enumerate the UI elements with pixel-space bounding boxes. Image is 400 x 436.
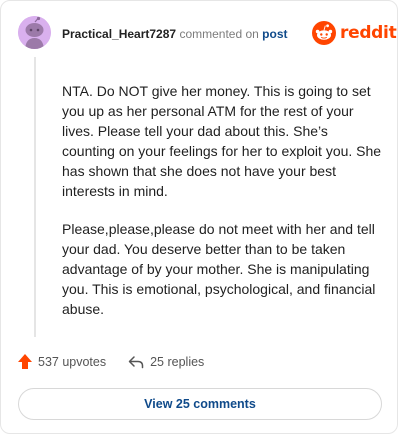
view-comments-button[interactable]: View 25 comments (18, 388, 382, 420)
reply-arrow-icon[interactable] (128, 355, 144, 369)
comment-card: Practical_Heart7287 commented on post re… (0, 0, 398, 434)
comment-body: NTA. Do NOT give her money. This is goin… (62, 81, 382, 337)
upvote-arrow-icon[interactable] (18, 354, 32, 369)
thread-line (34, 57, 36, 337)
username[interactable]: Practical_Heart7287 (62, 27, 176, 41)
reddit-logo[interactable]: reddit (312, 21, 397, 45)
comment-actions: 537 upvotes 25 replies (18, 354, 204, 369)
reply-count[interactable]: 25 replies (150, 355, 204, 369)
comment-action-text: commented on (179, 27, 259, 41)
snoo-avatar-icon (18, 16, 51, 49)
post-link[interactable]: post (262, 27, 287, 41)
comment-paragraph: NTA. Do NOT give her money. This is goin… (62, 83, 382, 199)
reddit-wordmark: reddit (340, 23, 397, 43)
upvote-count: 537 upvotes (38, 354, 107, 369)
comment-header: Practical_Heart7287 commented on post (62, 26, 288, 42)
reddit-snoo-icon (312, 21, 336, 45)
avatar[interactable] (18, 16, 51, 49)
comment-paragraph: Please,please,please do not meet with he… (62, 221, 376, 317)
